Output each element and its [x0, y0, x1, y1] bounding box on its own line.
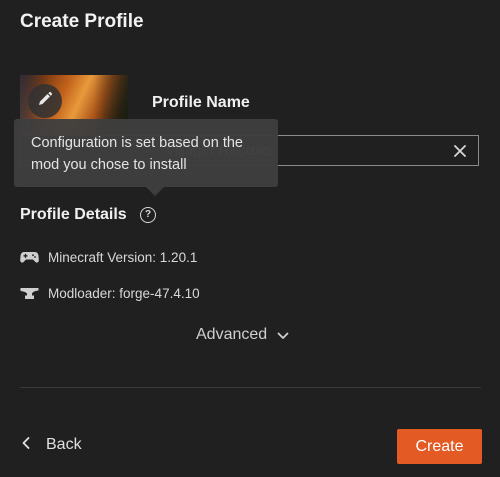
back-button[interactable]: Back — [22, 436, 82, 454]
profile-details-heading: Profile Details — [20, 206, 127, 223]
dialog-title: Create Profile — [20, 11, 144, 32]
minecraft-version-text: Minecraft Version: 1.20.1 — [48, 249, 198, 265]
profile-name-label: Profile Name — [152, 94, 250, 111]
advanced-toggle[interactable]: Advanced — [196, 325, 289, 345]
anvil-icon — [20, 286, 40, 300]
back-label: Back — [46, 436, 82, 453]
advanced-label: Advanced — [196, 326, 268, 343]
help-circle-icon[interactable]: ? — [140, 207, 156, 223]
edit-thumbnail-button[interactable] — [28, 84, 62, 118]
chevron-left-icon — [22, 436, 30, 454]
footer-divider — [20, 387, 481, 388]
chevron-down-icon — [277, 327, 289, 345]
close-icon[interactable] — [452, 143, 468, 159]
configuration-tooltip: Configuration is set based on the mod yo… — [14, 119, 278, 196]
gamepad-icon — [20, 250, 40, 264]
minecraft-version-row: Minecraft Version: 1.20.1 — [20, 248, 197, 266]
pencil-icon — [37, 91, 53, 112]
tooltip-text: Configuration is set based on the mod yo… — [31, 135, 243, 173]
create-button[interactable]: Create — [397, 429, 482, 464]
modloader-row: Modloader: forge-47.4.10 — [20, 284, 200, 302]
tooltip-arrow — [146, 187, 164, 196]
modloader-text: Modloader: forge-47.4.10 — [48, 285, 200, 301]
